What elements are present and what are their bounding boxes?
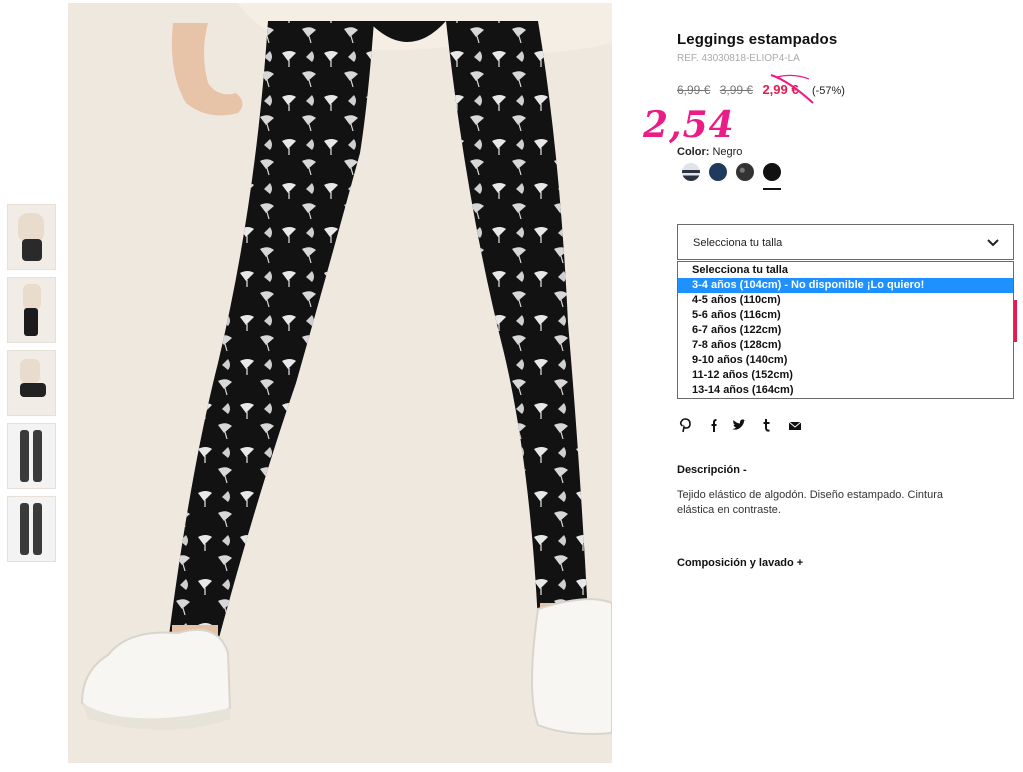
twitter-icon[interactable]: [731, 417, 747, 433]
swatch-black[interactable]: [763, 163, 781, 181]
thumbnail-strip: [7, 204, 56, 569]
size-option[interactable]: 5-6 años (116cm): [678, 308, 1013, 323]
thumbnail-5[interactable]: [7, 496, 56, 562]
swatch-gray-print[interactable]: [736, 163, 754, 181]
color-value: Negro: [712, 146, 743, 158]
chevron-down-icon: [987, 239, 999, 247]
price-row: 6,99 € 3,99 € 2,99 € (-57%): [677, 82, 845, 97]
facebook-icon[interactable]: [705, 417, 721, 433]
color-label: Color:: [677, 146, 710, 158]
original-price: 6,99 €: [677, 83, 711, 97]
composition-heading[interactable]: Composición y lavado +: [677, 557, 803, 569]
size-option[interactable]: 9-10 años (140cm): [678, 353, 1013, 368]
description-heading[interactable]: Descripción -: [677, 464, 747, 476]
previous-price: 3,99 €: [719, 83, 754, 97]
price-strike-annotation: [770, 74, 814, 104]
product-reference: REF. 43030818-ELIOP4-LA: [677, 53, 800, 64]
tumblr-icon[interactable]: [759, 417, 775, 433]
size-option[interactable]: 11-12 años (152cm): [678, 368, 1013, 383]
size-option[interactable]: Selecciona tu talla: [678, 263, 1013, 278]
product-image: [68, 3, 612, 763]
size-option-highlighted[interactable]: 3-4 años (104cm) - No disponible ¡Lo qui…: [678, 278, 1013, 293]
size-option[interactable]: 4-5 años (110cm): [678, 293, 1013, 308]
size-select-label: Selecciona tu talla: [693, 237, 783, 249]
swatch-navy[interactable]: [709, 163, 727, 181]
email-icon[interactable]: [787, 417, 803, 433]
pinterest-icon[interactable]: [677, 417, 693, 433]
size-option[interactable]: 7-8 años (128cm): [678, 338, 1013, 353]
size-select[interactable]: Selecciona tu talla: [677, 224, 1014, 260]
color-label-row: Color: Negro: [677, 146, 742, 158]
handwritten-price-annotation: 2,54: [643, 104, 735, 146]
size-option[interactable]: 6-7 años (122cm): [678, 323, 1013, 338]
thumbnail-1[interactable]: [7, 204, 56, 270]
thumbnail-4[interactable]: [7, 423, 56, 489]
size-dropdown-list: Selecciona tu talla 3-4 años (104cm) - N…: [677, 261, 1014, 399]
size-option[interactable]: 13-14 años (164cm): [678, 383, 1013, 398]
product-title: Leggings estampados: [677, 31, 838, 48]
selected-swatch-indicator: [763, 188, 781, 190]
thumbnail-3[interactable]: [7, 350, 56, 416]
add-to-cart-button-edge[interactable]: [1014, 300, 1017, 342]
thumbnail-2[interactable]: [7, 277, 56, 343]
swatch-stripes[interactable]: [682, 163, 700, 181]
description-text: Tejido elástico de algodón. Diseño estam…: [677, 489, 943, 516]
